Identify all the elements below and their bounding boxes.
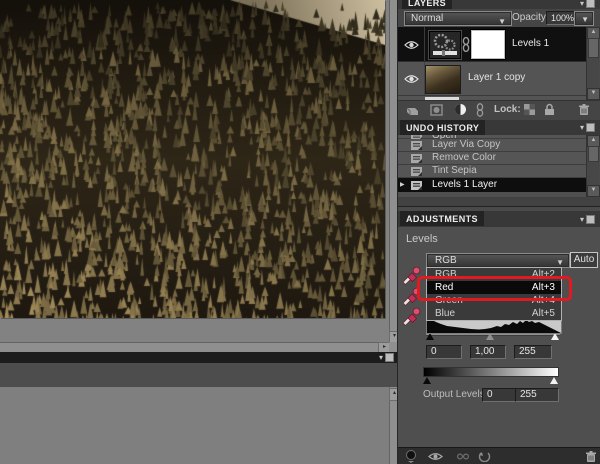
- blend-mode-value: Normal: [411, 13, 443, 24]
- history-item[interactable]: Remove Color: [398, 152, 586, 165]
- output-shadow-field[interactable]: 0: [482, 388, 516, 402]
- panel-menu-icon[interactable]: ▾: [580, 123, 595, 132]
- undo-history-header: UNDO HISTORY ▾: [398, 120, 600, 136]
- clip-to-layer-icon[interactable]: [405, 450, 417, 463]
- panel-menu-icon[interactable]: ▾: [379, 353, 394, 362]
- shadow-input-value: 0: [431, 346, 437, 357]
- output-levels-label: Output Levels:: [423, 389, 487, 400]
- trash-icon[interactable]: [585, 450, 597, 463]
- layer-name[interactable]: Levels 1: [512, 38, 549, 49]
- highlight-output-slider[interactable]: [550, 377, 558, 384]
- undo-history-scrollbar[interactable]: ▲ ▼: [586, 135, 599, 197]
- history-item-selected[interactable]: ▶ Levels 1 Layer: [398, 178, 586, 192]
- photoshop-elements-window: ▾ ▸ ▾ ▴ LAYERS ▾ Normal ▼ Opacity: 100% …: [0, 0, 600, 464]
- history-item-label: Levels 1 Layer: [432, 179, 497, 190]
- channel-select[interactable]: RGB ▼: [426, 253, 570, 268]
- shadow-input-field[interactable]: 0: [426, 345, 462, 359]
- layers-bottom-bar: Lock:: [398, 100, 600, 121]
- eye-icon[interactable]: [404, 40, 419, 50]
- layer-row-levels1[interactable]: Levels 1: [398, 27, 586, 62]
- visibility-cell[interactable]: [398, 62, 425, 95]
- adjustments-header: ADJUSTMENTS ▾: [398, 211, 600, 228]
- link-mask-icon[interactable]: [462, 37, 470, 52]
- lower-window-band: [0, 363, 398, 388]
- opacity-label: Opacity:: [512, 11, 549, 24]
- trash-icon[interactable]: [578, 103, 590, 116]
- link-layers-icon[interactable]: [476, 103, 484, 117]
- midtone-input-value: 1,00: [475, 346, 494, 357]
- adjustments-tab-label: ADJUSTMENTS: [406, 214, 478, 224]
- layer-mask-thumbnail[interactable]: [471, 30, 505, 59]
- red-highlight-annotation: [417, 276, 572, 301]
- visibility-eye-icon[interactable]: [428, 452, 443, 461]
- lock-all-icon[interactable]: [544, 103, 555, 116]
- adjustments-bottom-bar: [398, 447, 600, 464]
- history-item[interactable]: Layer Via Copy: [398, 139, 586, 152]
- panel-menu-icon[interactable]: ▾: [580, 0, 595, 8]
- lower-document-area: [0, 387, 398, 464]
- history-state-icon: [410, 140, 423, 151]
- undo-history-tab-label: UNDO HISTORY: [406, 123, 479, 133]
- adjustment-name-label: Levels: [406, 233, 438, 245]
- channel-option-shortcut: Alt+5: [532, 307, 555, 320]
- scrollbar-thumb[interactable]: [588, 38, 599, 58]
- levels-gears-icon: [430, 32, 460, 58]
- channel-option-blue[interactable]: Blue Alt+5: [427, 307, 561, 320]
- tab-adjustments[interactable]: ADJUSTMENTS: [400, 211, 484, 226]
- undo-history-list: Open Layer Via Copy Remove Color: [398, 135, 586, 197]
- layers-tab-label: LAYERS: [408, 0, 446, 8]
- output-shadow-value: 0: [487, 389, 493, 400]
- scroll-down-button[interactable]: ▼: [587, 88, 600, 100]
- history-current-marker-icon: ▶: [400, 181, 405, 188]
- chevron-down-icon: ▼: [581, 15, 589, 24]
- shadow-output-slider[interactable]: [423, 377, 431, 384]
- history-item-label: Tint Sepia: [432, 165, 477, 176]
- output-highlight-field[interactable]: 255: [515, 388, 559, 402]
- layers-scrollbar[interactable]: ▲ ▼: [586, 27, 599, 100]
- history-state-icon: [410, 166, 423, 177]
- layers-controls-row: Normal ▼ Opacity: 100% ▼: [398, 9, 600, 27]
- layer-row-layer1copy[interactable]: Layer 1 copy: [398, 62, 586, 96]
- undo-history-footer: [398, 197, 600, 207]
- output-highlight-value: 255: [520, 389, 537, 400]
- layer-thumbnail[interactable]: [425, 65, 461, 94]
- highlight-input-field[interactable]: 255: [514, 345, 552, 359]
- opacity-value: 100%: [551, 13, 574, 23]
- layer-name[interactable]: Layer 1 copy: [468, 72, 525, 83]
- history-state-icon: [410, 153, 423, 164]
- new-layer-icon[interactable]: [406, 104, 419, 116]
- opacity-dropdown-button[interactable]: ▼: [574, 11, 594, 26]
- new-fill-layer-icon[interactable]: [430, 104, 443, 116]
- channel-select-value: RGB: [435, 255, 457, 266]
- lock-transparency-icon[interactable]: [524, 104, 535, 115]
- reset-icon[interactable]: [478, 451, 491, 462]
- history-item-label: Remove Color: [432, 152, 496, 163]
- lock-label: Lock:: [494, 104, 521, 115]
- midtone-input-field[interactable]: 1,00: [470, 345, 506, 359]
- panel-menu-icon[interactable]: ▾: [580, 215, 595, 224]
- history-state-icon: [410, 180, 423, 191]
- scrollbar-thumb[interactable]: [588, 146, 599, 162]
- view-previous-state-icon[interactable]: [456, 452, 470, 461]
- visibility-cell[interactable]: [398, 27, 425, 61]
- auto-button-label: Auto: [574, 254, 595, 265]
- scroll-down-button[interactable]: ▼: [587, 185, 600, 197]
- blend-mode-select[interactable]: Normal ▼: [404, 11, 512, 26]
- highlight-input-value: 255: [519, 346, 536, 357]
- eye-icon[interactable]: [404, 74, 419, 84]
- output-gradient-bar: [423, 367, 559, 377]
- adjustment-layer-icon[interactable]: [454, 103, 467, 116]
- history-item[interactable]: Tint Sepia: [398, 165, 586, 178]
- white-point-eyedropper-icon[interactable]: [401, 307, 423, 326]
- auto-button[interactable]: Auto: [570, 252, 598, 268]
- collapsed-window-bar: ▾: [0, 352, 398, 363]
- channel-option-label: Blue: [435, 307, 455, 320]
- tab-undo-history[interactable]: UNDO HISTORY: [400, 120, 485, 135]
- adjustment-layer-thumbnail[interactable]: [429, 31, 461, 59]
- history-item-label: Layer Via Copy: [432, 139, 500, 150]
- canvas-image-forest[interactable]: [0, 0, 385, 318]
